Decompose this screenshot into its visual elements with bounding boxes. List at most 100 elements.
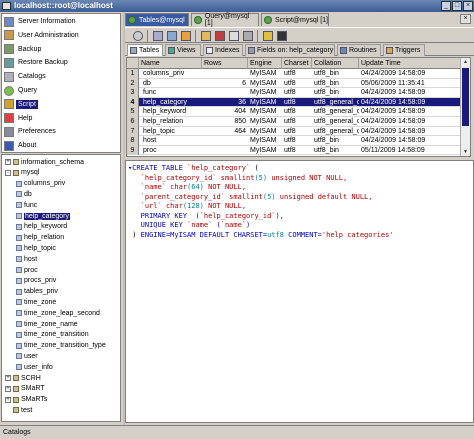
cell-name: columns_priv — [143, 70, 185, 77]
expand-icon[interactable]: + — [5, 159, 11, 165]
tree-item-label: user_info — [24, 363, 53, 371]
table-row[interactable]: 9 proc MyISAM utf8 utf8_bin 05/11/2009 14:58:… — [127, 145, 470, 156]
table-icon — [16, 277, 22, 284]
ddl-token: COMMENT= — [283, 230, 322, 239]
nav-item-script[interactable]: Script — [2, 98, 120, 111]
ddl-token: `name` — [140, 183, 166, 191]
scroll-up-icon[interactable]: ▲ — [461, 58, 470, 66]
tree-item[interactable]: help_keyword — [16, 222, 67, 232]
table-row[interactable]: 6 help_relation 850 MyISAM utf8 utf8_general_… — [127, 117, 470, 127]
table-icon — [16, 223, 22, 230]
toolbar-separator — [147, 30, 148, 42]
repair-icon[interactable] — [181, 31, 191, 41]
cell-update: 04/24/2009 14:58:09 — [361, 137, 426, 145]
tree-item[interactable]: + information_schema — [5, 157, 84, 167]
close-tab-button[interactable]: × — [460, 14, 471, 24]
search-icon[interactable] — [277, 31, 287, 41]
column-header-rows[interactable]: Rows — [202, 58, 248, 69]
column-header-update-time[interactable]: Update Time — [359, 58, 461, 69]
nav-item-backup[interactable]: Backup — [2, 43, 120, 56]
edit-table-icon[interactable] — [167, 31, 177, 41]
cell-rows: 404 — [234, 108, 246, 116]
nav-item-query[interactable]: Query — [2, 84, 120, 97]
table-row[interactable]: 2 db 6 MyISAM utf8 utf8_bin 05/06/2009 11:35:4… — [127, 78, 470, 89]
nav-item-catalogs[interactable]: Catalogs — [2, 70, 120, 83]
tree-item[interactable]: + SMaRT — [5, 384, 45, 394]
ddl-editor[interactable]: ▾CREATE TABLE `help_category` ( `help_ca… — [125, 160, 474, 423]
tree-item[interactable]: time_zone_transition_type — [16, 341, 106, 351]
column-header-engine[interactable]: Engine — [248, 58, 282, 69]
nav-item-label: Restore Backup — [18, 59, 68, 67]
tab-views[interactable]: Views — [165, 44, 201, 56]
tab-routines[interactable]: Routines — [337, 44, 381, 56]
tree-item[interactable]: time_zone — [16, 297, 56, 307]
tree-item[interactable]: tables_priv — [16, 287, 58, 297]
tree-item[interactable]: procs_priv — [16, 276, 56, 286]
table-icon[interactable] — [153, 31, 163, 41]
nav-item-restore-backup[interactable]: Restore Backup — [2, 56, 120, 69]
table-row[interactable]: 4 help_category 36 MyISAM utf8 utf8_general_c… — [127, 97, 470, 108]
tab-tables[interactable]: Tables — [127, 44, 163, 56]
row-number: 6 — [127, 117, 139, 127]
scroll-thumb[interactable] — [462, 68, 469, 126]
grid-vertical-scrollbar[interactable]: ▲ ▼ — [460, 58, 470, 156]
column-header-charset[interactable]: Charset — [282, 58, 312, 69]
ddl-token: ( — [250, 164, 259, 172]
tree-item[interactable]: host — [16, 254, 37, 264]
tab-triggers[interactable]: Triggers — [383, 44, 425, 56]
refresh-icon[interactable] — [133, 31, 143, 41]
nav-item-server-information[interactable]: Server Information — [2, 15, 120, 28]
nav-item-user-administration[interactable]: User Administration — [2, 29, 120, 42]
nav-item-help[interactable]: Help — [2, 112, 120, 125]
ddl-token: unsigned NOT NULL, — [267, 173, 348, 182]
tree-item[interactable]: + SCRH — [5, 373, 41, 383]
table-row[interactable]: 1 columns_priv MyISAM utf8 utf8_bin 04/24/200… — [127, 69, 470, 79]
expand-icon[interactable]: + — [5, 396, 11, 403]
export-icon[interactable] — [243, 31, 253, 41]
tree-item[interactable]: time_zone_transition — [16, 330, 89, 340]
cell-engine: MyISAM — [250, 89, 277, 97]
tab-script-mysql[interactable]: Script@mysql [1] — [261, 13, 329, 26]
scroll-down-icon[interactable]: ▼ — [461, 148, 470, 156]
tab-fields[interactable]: Fields on: help_category — [245, 44, 335, 56]
tree-item[interactable]: - mysql — [5, 168, 39, 178]
tree-item[interactable]: proc — [16, 265, 38, 275]
tree-item[interactable]: help_relation — [16, 233, 64, 243]
tree-item[interactable]: time_zone_leap_second — [16, 308, 100, 318]
tree-item-label: test — [21, 406, 33, 414]
table-row[interactable]: 3 func MyISAM utf8 utf8_bin 04/24/2009 14:58:… — [127, 88, 470, 98]
collapse-icon[interactable]: - — [5, 169, 11, 176]
tree-item[interactable]: db — [16, 189, 32, 199]
tab-tables-mysql[interactable]: Tables@mysql — [125, 13, 189, 26]
expand-icon[interactable]: + — [5, 375, 11, 381]
tree-item[interactable]: test — [5, 405, 32, 415]
truncate-icon[interactable] — [229, 31, 239, 41]
table-row[interactable]: 5 help_keyword 404 MyISAM utf8 utf8_general_c… — [127, 107, 470, 117]
expand-icon[interactable]: + — [5, 385, 11, 392]
nav-item-preferences[interactable]: Preferences — [2, 125, 120, 138]
tree-item[interactable]: func — [16, 200, 37, 210]
tree-item[interactable]: help_category — [16, 211, 70, 221]
tree-item[interactable]: user_info — [16, 362, 53, 372]
tree-item[interactable]: user — [16, 351, 38, 361]
delete-icon[interactable] — [215, 31, 225, 41]
cell-charset: utf8 — [284, 137, 296, 145]
maximize-button[interactable]: □ — [452, 1, 462, 11]
tab-indexes[interactable]: Indexes — [203, 44, 243, 56]
column-header-name[interactable]: Name — [139, 58, 202, 69]
copy-icon[interactable] — [201, 31, 211, 41]
cell-charset: utf8 — [284, 98, 296, 106]
tab-query-mysql[interactable]: Query@mysql [1] — [191, 13, 259, 27]
wand-icon[interactable] — [263, 31, 273, 41]
nav-item-about[interactable]: About — [2, 139, 120, 152]
table-row[interactable]: 8 host MyISAM utf8 utf8_bin 04/24/2009 14:58:… — [127, 136, 470, 146]
tree-item[interactable]: + SMaRTs — [5, 395, 47, 405]
close-button[interactable]: × — [463, 1, 473, 11]
tree-item[interactable]: columns_priv — [16, 179, 65, 189]
cell-rows — [202, 88, 248, 98]
tree-item[interactable]: time_zone_name — [16, 319, 78, 329]
minimize-button[interactable]: _ — [441, 1, 451, 11]
table-row[interactable]: 7 help_topic 464 MyISAM utf8 utf8_general_ci 0… — [127, 126, 470, 137]
tree-item[interactable]: help_topic — [16, 243, 56, 253]
column-header-collation[interactable]: Collation — [312, 58, 359, 69]
